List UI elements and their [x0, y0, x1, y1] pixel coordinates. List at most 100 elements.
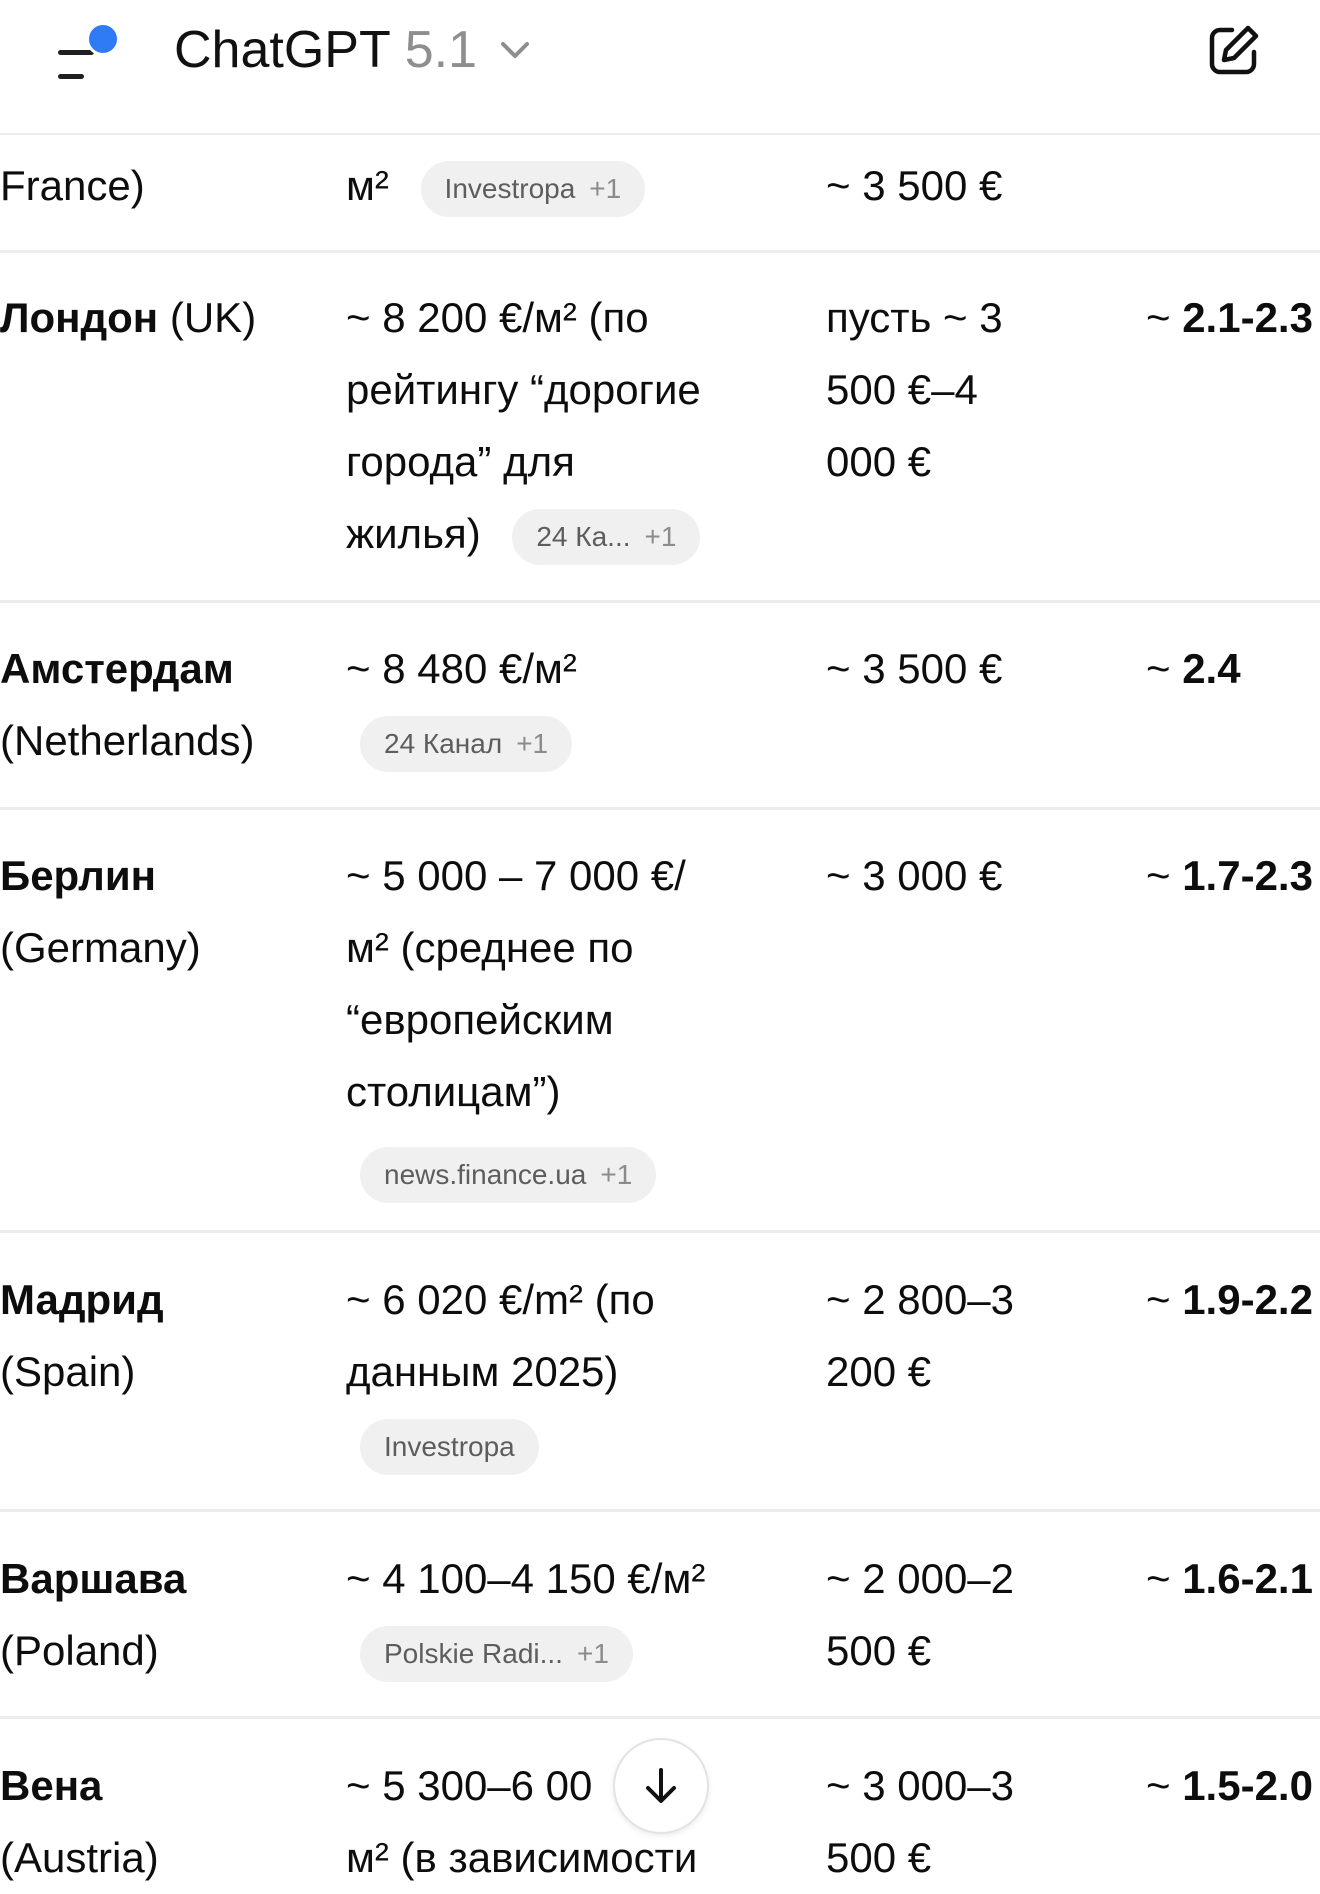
- ratio-value: 1.6-2.1: [1182, 1555, 1313, 1602]
- city-country: (Germany): [0, 924, 201, 971]
- top-bar: ChatGPT 5.1: [0, 0, 1320, 135]
- city-country: (Netherlands): [0, 717, 255, 764]
- city-country: (UK): [158, 294, 257, 341]
- salary-line: ~ 2 000–2: [826, 1555, 1015, 1602]
- comparison-table: France) м² Investropa +1 ~ 3 500 € Лондо…: [0, 0, 1320, 1887]
- price-line: ~ 4 100–4 150 €/м²: [346, 1555, 706, 1602]
- source-chip[interactable]: Polskie Radi... +1: [360, 1625, 633, 1682]
- ratio-cell: ~ 1.9-2.2: [1146, 1264, 1320, 1336]
- ratio-cell: ~ 1.5-2.0: [1146, 1750, 1320, 1822]
- price-line: рейтингу “дорогие: [346, 366, 701, 413]
- ratio-value: 2.4: [1182, 645, 1241, 692]
- price-cell: ~ 8 200 €/м² (по рейтингу “дорогие город…: [346, 282, 766, 570]
- city-country: (Poland): [0, 1627, 159, 1674]
- price-cell: ~ 5 000 – 7 000 €/ м² (среднее по “европ…: [346, 840, 766, 1208]
- price-line: жилья): [346, 510, 481, 557]
- ratio-prefix: ~: [1146, 645, 1183, 692]
- city-name: Амстердам: [0, 645, 234, 692]
- salary-line: ~ 3 000 €: [826, 852, 1003, 899]
- source-chip-extra: +1: [576, 1637, 609, 1669]
- source-chip-label: 24 Канал: [384, 727, 503, 759]
- ratio-prefix: ~: [1146, 1762, 1183, 1809]
- city-cell: Берлин (Germany): [0, 840, 330, 984]
- city-cell: France): [0, 150, 330, 222]
- source-chip[interactable]: 24 Ка... +1: [512, 508, 701, 565]
- chip-line: Polskie Radi... +1: [360, 1615, 766, 1687]
- source-chip[interactable]: news.finance.ua +1: [360, 1146, 657, 1203]
- city-name: Берлин: [0, 852, 157, 899]
- salary-line: 500 €: [826, 1627, 932, 1674]
- model-version: 5.1: [404, 21, 478, 79]
- source-chip-extra: +1: [600, 1158, 633, 1190]
- menu-line-icon: [58, 50, 94, 55]
- source-chip-label: news.finance.ua: [384, 1158, 587, 1190]
- chip-line: 24 Канал +1: [360, 705, 766, 777]
- source-chip[interactable]: Investropa: [360, 1418, 539, 1475]
- price-line: ~ 5 000 – 7 000 €/: [346, 852, 686, 899]
- price-line: столицам”): [346, 1068, 561, 1115]
- ratio-cell: ~ 2.4: [1146, 633, 1320, 705]
- salary-line: 500 €–4: [826, 366, 978, 413]
- price-line: ~ 6 020 €/m² (по: [346, 1276, 655, 1323]
- salary-line: пусть ~ 3: [826, 294, 1003, 341]
- price-line: м² (в зависимости: [346, 1834, 698, 1881]
- salary-line: 500 €: [826, 1834, 932, 1881]
- salary-line: ~ 2 800–3: [826, 1276, 1015, 1323]
- salary-cell: ~ 3 000 €: [826, 840, 1086, 912]
- price-line: “европейским: [346, 996, 614, 1043]
- price-line: ~ 8 200 €/м² (по: [346, 294, 649, 341]
- salary-cell: ~ 3 000–3 500 €: [826, 1750, 1086, 1894]
- city-name: Лондон: [0, 294, 159, 341]
- city-cell: Варшава (Poland): [0, 1543, 330, 1687]
- sidebar-menu-button[interactable]: [48, 18, 128, 90]
- price-line: м² (среднее по: [346, 924, 634, 971]
- ratio-cell: ~ 1.7-2.3: [1146, 840, 1320, 912]
- chip-line: Investropa: [360, 1408, 766, 1480]
- source-chip[interactable]: Investropa +1: [420, 160, 646, 217]
- price-cell: м² Investropa +1: [346, 150, 766, 222]
- ratio-cell: ~ 1.6-2.1: [1146, 1543, 1320, 1615]
- ratio-prefix: ~: [1146, 852, 1183, 899]
- source-chip[interactable]: 24 Канал +1: [360, 715, 573, 772]
- city-cell: Амстердам (Netherlands): [0, 633, 330, 777]
- model-name: ChatGPT: [174, 21, 391, 79]
- source-chip-label: Investropa: [444, 172, 576, 204]
- price-line: данным 2025): [346, 1348, 619, 1395]
- chevron-down-icon: [501, 42, 530, 58]
- ratio-value: 2.1-2.3: [1182, 294, 1313, 341]
- source-chip-label: Investropa: [384, 1430, 515, 1462]
- price-cell: ~ 8 480 €/м² 24 Канал +1: [346, 633, 766, 777]
- city-name: Мадрид: [0, 1276, 164, 1323]
- source-chip-extra: +1: [589, 172, 622, 204]
- city-cell: Вена (Austria): [0, 1750, 330, 1894]
- salary-line: 000 €: [826, 438, 932, 485]
- source-chip-extra: +1: [644, 520, 677, 552]
- model-selector-button[interactable]: ChatGPT 5.1: [174, 18, 535, 82]
- ratio-value: 1.5-2.0: [1182, 1762, 1313, 1809]
- salary-cell: ~ 3 500 €: [826, 633, 1086, 705]
- city-name: France): [0, 162, 145, 209]
- city-cell: Мадрид (Spain): [0, 1264, 330, 1408]
- price-line: города” для: [346, 438, 575, 485]
- city-name: Варшава: [0, 1555, 187, 1602]
- salary-cell: пусть ~ 3 500 €–4 000 €: [826, 282, 1086, 498]
- salary-line: 200 €: [826, 1348, 932, 1395]
- notification-dot-icon: [86, 22, 120, 56]
- source-chip-extra: +1: [516, 727, 549, 759]
- city-name: Вена: [0, 1762, 103, 1809]
- menu-line-icon: [58, 74, 84, 79]
- source-chip-label: 24 Ка...: [536, 520, 631, 552]
- city-country: (Spain): [0, 1348, 136, 1395]
- ratio-prefix: ~: [1146, 294, 1183, 341]
- price-cell: ~ 6 020 €/m² (по данным 2025) Investropa: [346, 1264, 766, 1480]
- ratio-value: 1.9-2.2: [1182, 1276, 1313, 1323]
- salary-cell: ~ 3 500 €: [826, 150, 1086, 222]
- ratio-prefix: ~: [1146, 1555, 1183, 1602]
- city-cell: Лондон (UK): [0, 282, 330, 354]
- ratio-value: 1.7-2.3: [1182, 852, 1313, 899]
- salary-cell: ~ 2 800–3 200 €: [826, 1264, 1086, 1408]
- new-chat-icon[interactable]: [1206, 22, 1262, 78]
- salary-line: ~ 3 000–3: [826, 1762, 1015, 1809]
- scroll-to-bottom-button[interactable]: [613, 1738, 709, 1834]
- price-line-with-chip: жилья) 24 Ка... +1: [346, 498, 766, 570]
